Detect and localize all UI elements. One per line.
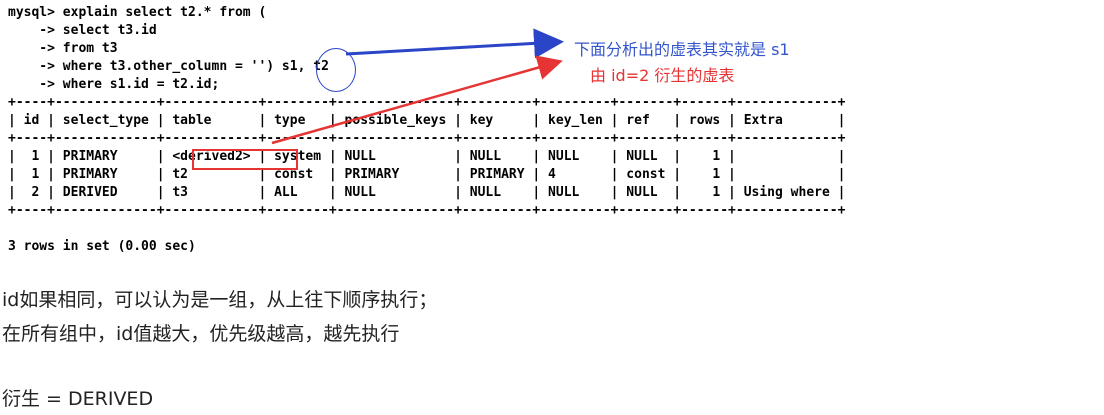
note-line-priority: 在所有组中，id值越大，优先级越高，越先执行 xyxy=(2,323,400,345)
s1-explanation-note: 下面分析出的虚表其实就是 s1 xyxy=(574,40,790,59)
note-line-derived: 衍生 = DERIVED xyxy=(2,388,154,410)
annotation-arrows xyxy=(271,28,564,145)
red-arrow xyxy=(271,55,563,145)
derived-explanation-note: 由 id=2 衍生的虚表 xyxy=(590,66,735,85)
blue-arrow xyxy=(345,28,564,59)
note-line-same-id: id如果相同，可以认为是一组，从上往下顺序执行； xyxy=(2,289,438,311)
